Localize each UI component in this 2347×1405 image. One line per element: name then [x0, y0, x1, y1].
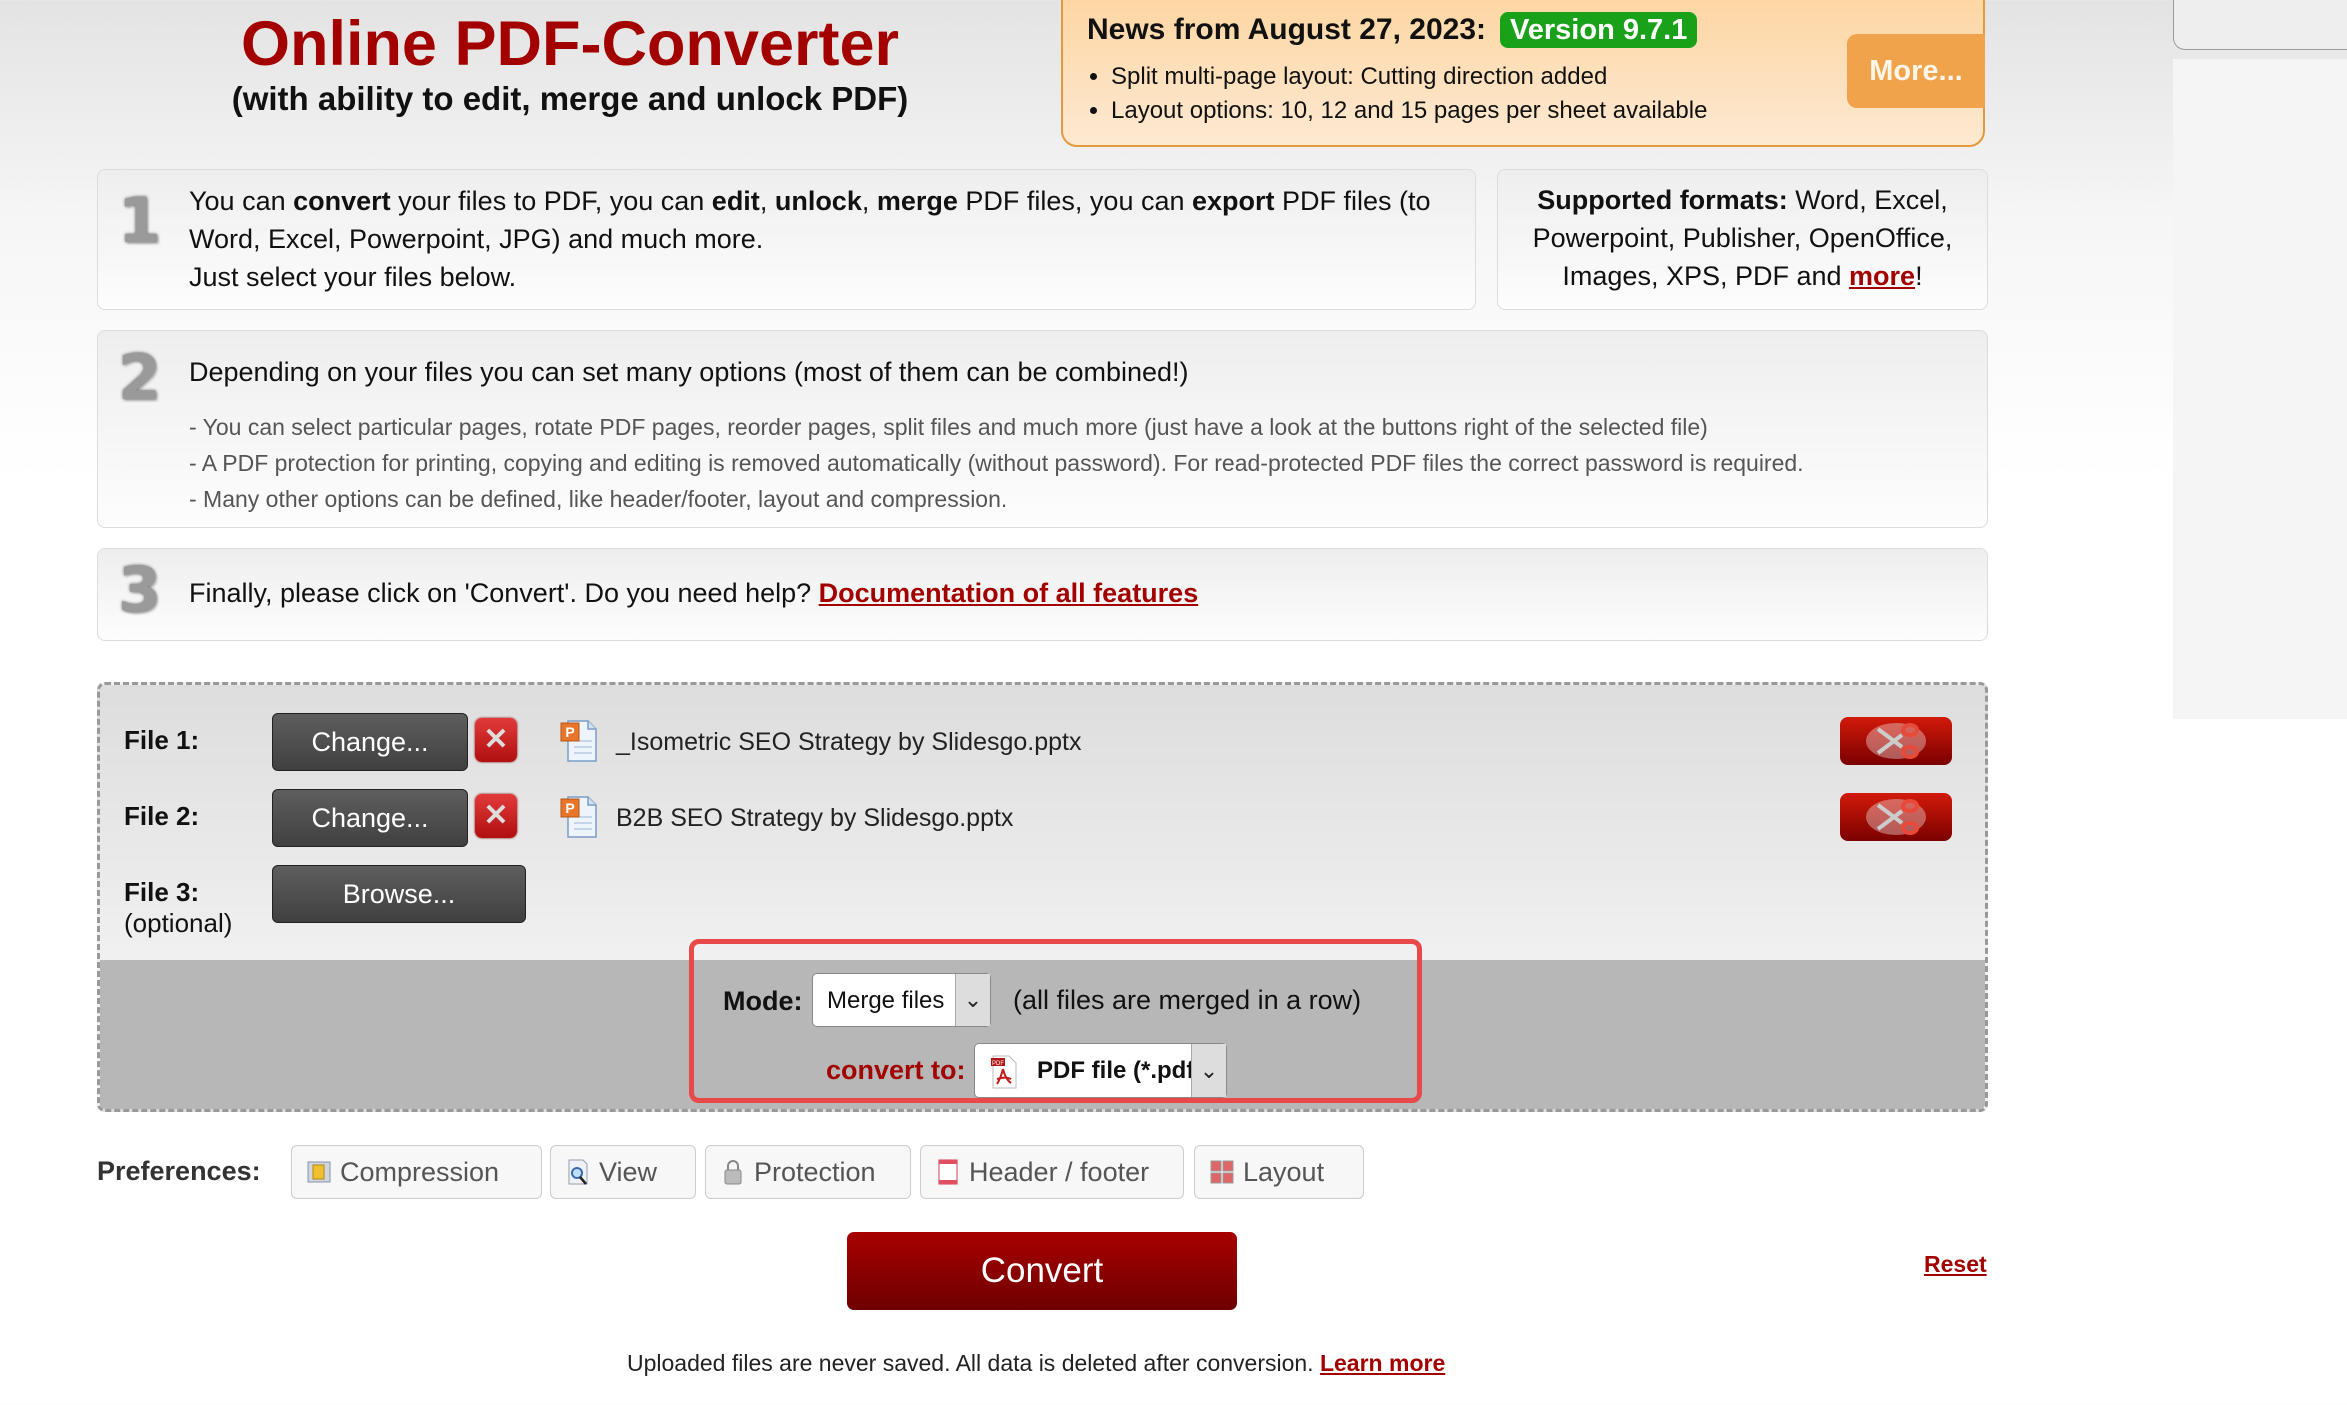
step-1-box: 1 You can convert your files to PDF, you…: [97, 169, 1476, 310]
news-item: Split multi-page layout: Cutting directi…: [1111, 60, 1707, 94]
text: Finally, please click on 'Convert'. Do y…: [189, 578, 819, 608]
layout-label: Layout: [1243, 1157, 1325, 1187]
step-number-1-icon: 1: [118, 184, 162, 257]
file-2-change-button[interactable]: Change...: [272, 789, 468, 847]
text: You can: [189, 186, 294, 216]
svg-text:P: P: [565, 800, 574, 816]
file-2-remove-icon[interactable]: ✕: [475, 794, 517, 838]
text-bold: edit: [711, 186, 760, 216]
step-number-3-icon: 3: [118, 553, 162, 626]
page-subtitle: (with ability to edit, merge and unlock …: [231, 80, 909, 117]
file-1-name: _Isometric SEO Strategy by Slidesgo.pptx: [616, 728, 1082, 756]
news-list: Split multi-page layout: Cutting directi…: [1083, 60, 1707, 128]
file-3-optional-label: (optional): [124, 908, 233, 938]
svg-text:P: P: [565, 724, 574, 740]
protection-button[interactable]: Protection: [705, 1145, 911, 1199]
view-button[interactable]: View: [550, 1145, 696, 1199]
lock-icon: [724, 1160, 742, 1185]
header-footer-label: Header / footer: [969, 1157, 1150, 1187]
step-2-bullets: - You can select particular pages, rotat…: [189, 409, 1804, 517]
file-3-label: File 3: (optional): [124, 877, 232, 939]
text: File 3:: [124, 877, 200, 907]
step-3-box: 3 Finally, please click on 'Convert'. Do…: [97, 548, 1988, 641]
step-2-bullet: - Many other options can be defined, lik…: [189, 486, 1008, 512]
learn-more-link[interactable]: Learn more: [1320, 1350, 1445, 1376]
file-2-split-button[interactable]: [1840, 793, 1952, 841]
powerpoint-file-icon: P: [560, 796, 597, 838]
text-bold: unlock: [774, 186, 862, 216]
powerpoint-file-icon: P: [560, 720, 597, 762]
preferences-label: Preferences:: [97, 1156, 261, 1186]
convert-button[interactable]: Convert: [847, 1232, 1237, 1310]
version-badge: Version 9.7.1: [1500, 12, 1698, 48]
text: Just select your files below.: [189, 262, 517, 292]
step-2-heading: Depending on your files you can set many…: [189, 357, 1189, 387]
news-heading: News from August 27, 2023: Version 9.7.1: [1087, 12, 1698, 48]
privacy-note: Uploaded files are never saved. All data…: [627, 1350, 1445, 1377]
file-1-remove-icon[interactable]: ✕: [475, 718, 517, 762]
compression-icon: [307, 1161, 331, 1183]
file-1-label: File 1:: [124, 725, 200, 755]
file-1-split-button[interactable]: [1840, 717, 1952, 765]
text: !: [1915, 261, 1923, 291]
privacy-text: Uploaded files are never saved. All data…: [627, 1350, 1320, 1376]
step-3-text: Finally, please click on 'Convert'. Do y…: [189, 574, 1198, 612]
file-1-change-button[interactable]: Change...: [272, 713, 468, 771]
header-footer-icon: [938, 1159, 958, 1185]
file-3-browse-button[interactable]: Browse...: [272, 865, 526, 923]
news-date: News from August 27, 2023:: [1087, 13, 1487, 46]
news-item: Layout options: 10, 12 and 15 pages per …: [1111, 94, 1707, 128]
scissors-icon: [1866, 723, 1926, 759]
reset-link[interactable]: Reset: [1924, 1251, 1987, 1278]
more-formats-link[interactable]: more: [1849, 261, 1915, 291]
supported-formats-label: Supported formats:: [1537, 185, 1788, 215]
step-2-bullet: - A PDF protection for printing, copying…: [189, 450, 1804, 476]
step-2-box: 2 Depending on your files you can set ma…: [97, 330, 1988, 528]
side-panel: [2173, 59, 2347, 719]
more-news-button[interactable]: More...: [1847, 34, 1985, 108]
step-2-bullet: - You can select particular pages, rotat…: [189, 414, 1708, 440]
text-bold: merge: [876, 186, 958, 216]
news-box: News from August 27, 2023: Version 9.7.1 …: [1061, 0, 1985, 147]
protection-label: Protection: [754, 1157, 876, 1187]
text: ,: [759, 186, 775, 216]
documentation-link[interactable]: Documentation of all features: [819, 578, 1199, 608]
header-footer-button[interactable]: Header / footer: [920, 1145, 1184, 1199]
text: your files to PDF, you can: [390, 186, 712, 216]
mode-highlight-frame: [689, 939, 1422, 1103]
compression-button[interactable]: Compression: [291, 1145, 542, 1199]
layout-button[interactable]: Layout: [1194, 1145, 1364, 1199]
scissors-icon: [1866, 799, 1926, 835]
step-1-text: You can convert your files to PDF, you c…: [189, 182, 1459, 296]
layout-grid-icon: [1210, 1160, 1234, 1184]
step-number-2-icon: 2: [118, 341, 162, 414]
text-bold: export: [1192, 186, 1275, 216]
text: PDF files, you can: [957, 186, 1192, 216]
text: ,: [861, 186, 877, 216]
page-title: Online PDF-Converter: [240, 9, 900, 79]
side-panel-button[interactable]: [2173, 0, 2347, 50]
compression-label: Compression: [340, 1157, 500, 1187]
file-2-name: B2B SEO Strategy by Slidesgo.pptx: [616, 804, 1014, 832]
text-bold: convert: [293, 186, 391, 216]
view-label: View: [599, 1157, 658, 1187]
magnifier-icon: [568, 1159, 588, 1185]
file-2-label: File 2:: [124, 801, 200, 831]
supported-formats-box: Supported formats: Word, Excel, Powerpoi…: [1497, 169, 1988, 310]
